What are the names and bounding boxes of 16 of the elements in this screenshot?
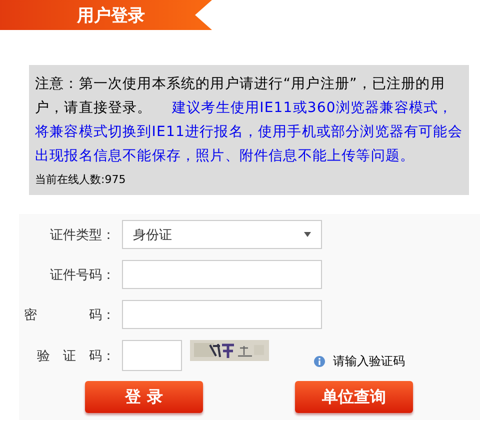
field-label: 密 码：: [23, 306, 115, 324]
field-label: 证件类型：: [49, 226, 115, 244]
captcha-field[interactable]: [122, 340, 182, 371]
info-icon: [314, 356, 325, 367]
id-type-select[interactable]: 身份证: [122, 220, 322, 249]
id-number-field[interactable]: [122, 260, 322, 289]
password-field[interactable]: [122, 300, 322, 329]
online-count: 当前在线人数:975: [35, 172, 127, 187]
field-label: 证件号码：: [49, 266, 115, 284]
captcha-hint: 请输入验证码: [333, 353, 405, 370]
dropdown-arrow-icon: [304, 232, 311, 237]
page-title: 用户登录: [77, 4, 145, 26]
login-button[interactable]: 登 录: [85, 381, 203, 413]
field-label: 验 证 码：: [36, 348, 115, 364]
notice-text: 注意：第一次使用本系统的用户请进行“用户注册”，已注册的用户，请直接登录。 建议考生使用IE11或360浏览器兼容模式，将兼容模式切换到IE11进行报名，使用手机或部分浏览器有可能会出现报名信息不能保存，照片、附件信息不能上传等问题。: [35, 75, 463, 166]
unit-query-button[interactable]: 单位查询: [295, 381, 413, 413]
